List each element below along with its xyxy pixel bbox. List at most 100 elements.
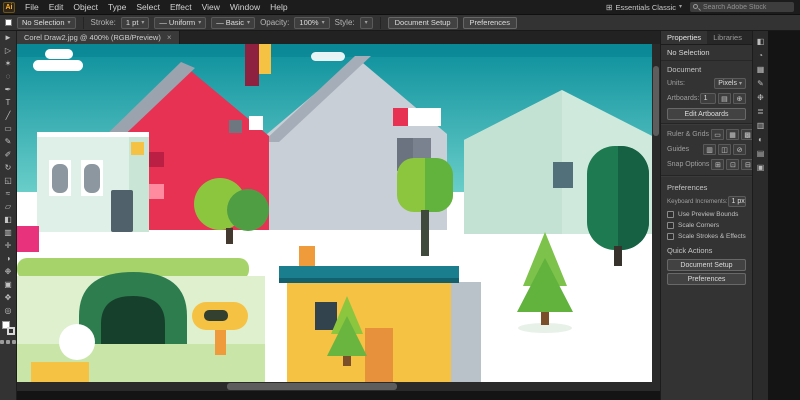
draw-behind-icon[interactable]: [6, 340, 10, 344]
menu-object[interactable]: Object: [68, 2, 103, 12]
scale-strokes-effects-checkbox[interactable]: Scale Strokes & Effects: [661, 231, 752, 242]
shape-builder-tool[interactable]: ◧: [0, 213, 16, 226]
stroke-color-swatch[interactable]: [7, 327, 15, 335]
clear-guides-icon[interactable]: ⊘: [733, 144, 746, 155]
tab-libraries[interactable]: Libraries: [707, 31, 748, 44]
menubar: Ai FileEditObjectTypeSelectEffectViewWin…: [0, 0, 800, 14]
show-guides-icon[interactable]: ▥: [703, 144, 716, 155]
type-tool[interactable]: T: [0, 96, 16, 109]
artboard-list-icon[interactable]: ▤: [718, 93, 731, 104]
search-input[interactable]: [690, 2, 794, 12]
stock-search[interactable]: [690, 2, 794, 12]
color-guide-panel-icon[interactable]: ◔: [755, 49, 767, 61]
chevron-down-icon: ▾: [198, 20, 201, 26]
close-tab-icon[interactable]: ×: [167, 33, 172, 42]
fill-stroke-swatches[interactable]: [2, 321, 15, 335]
use-preview-bounds-checkbox[interactable]: Use Preview Bounds: [661, 209, 752, 220]
no-selection-header: No Selection: [661, 45, 752, 61]
show-grid-icon[interactable]: ▦: [726, 129, 739, 140]
rectangle-tool[interactable]: ▭: [0, 122, 16, 135]
eyedropper-tool[interactable]: ✛: [0, 239, 16, 252]
style-select[interactable]: ▾: [360, 17, 373, 29]
artboard-tool[interactable]: ▣: [0, 278, 16, 291]
blend-tool[interactable]: ◑: [0, 252, 16, 265]
symbol-sprayer-tool[interactable]: ❉: [0, 265, 16, 278]
gradient-tool[interactable]: ▥: [0, 226, 16, 239]
rotate-tool[interactable]: ↻: [0, 161, 16, 174]
document-tab[interactable]: Corel Draw2.jpg @ 400% (RGB/Preview) ×: [17, 31, 180, 44]
scale-tool[interactable]: ◱: [0, 174, 16, 187]
zoom-tool[interactable]: ◎: [0, 304, 16, 317]
free-transform-tool[interactable]: ▱: [0, 200, 16, 213]
selection-indicator[interactable]: No Selection ▾: [17, 17, 76, 29]
brushes-panel-icon[interactable]: ✎: [755, 77, 767, 89]
symbols-panel-icon[interactable]: ❉: [755, 91, 767, 103]
menu-help[interactable]: Help: [265, 2, 292, 12]
menu-window[interactable]: Window: [225, 2, 265, 12]
document-setup-button[interactable]: Document Setup: [388, 17, 458, 29]
menu-file[interactable]: File: [20, 2, 44, 12]
keyboard-increments-input[interactable]: 1 px: [728, 196, 746, 207]
draw-inside-icon[interactable]: [12, 340, 16, 344]
brush-select[interactable]: — Basic ▾: [211, 17, 255, 29]
menu-select[interactable]: Select: [131, 2, 165, 12]
swatches-panel-icon[interactable]: ▦: [755, 63, 767, 75]
document-section-header: Document: [661, 61, 752, 76]
ruler-grids-row: Ruler & Grids ▭▦▩▤: [661, 127, 752, 142]
snap-to-pixel-icon[interactable]: ⊡: [726, 159, 739, 170]
appearance-panel-icon[interactable]: ▤: [755, 147, 767, 159]
canvas-artwork[interactable]: [17, 44, 660, 391]
lasso-tool[interactable]: ◌: [0, 70, 16, 83]
quick-actions-buttons: Document Setup Preferences: [661, 259, 752, 285]
vertical-scrollbar-thumb[interactable]: [653, 66, 659, 136]
stroke-panel-icon[interactable]: ≣: [755, 105, 767, 117]
menu-view[interactable]: View: [197, 2, 225, 12]
menu-effect[interactable]: Effect: [165, 2, 197, 12]
chevron-down-icon: ▾: [679, 4, 682, 10]
magic-wand-tool[interactable]: ✶: [0, 57, 16, 70]
gradient-panel-icon[interactable]: ▥: [755, 119, 767, 131]
units-select[interactable]: Pixels ▾: [714, 78, 746, 89]
guides-label: Guides: [667, 146, 689, 153]
tab-properties[interactable]: Properties: [661, 31, 707, 44]
horizontal-scrollbar-thumb[interactable]: [227, 383, 397, 390]
pen-tool[interactable]: ✒: [0, 83, 16, 96]
horizontal-scrollbar[interactable]: [17, 382, 652, 391]
scale-corners-checkbox[interactable]: Scale Corners: [661, 220, 752, 231]
stroke-weight-select[interactable]: 1 pt ▾: [121, 17, 150, 29]
menu-type[interactable]: Type: [103, 2, 131, 12]
checkbox-box: [667, 233, 674, 240]
paintbrush-tool[interactable]: ✎: [0, 135, 16, 148]
color-panel-icon[interactable]: ◧: [755, 35, 767, 47]
artboards-value[interactable]: 1: [700, 93, 716, 104]
lock-guides-icon[interactable]: ◫: [718, 144, 731, 155]
selection-tool[interactable]: ►: [0, 31, 16, 44]
width-profile-select[interactable]: — Uniform ▾: [154, 17, 206, 29]
workspace-switcher[interactable]: ⊞ Essentials Classic ▾: [606, 3, 682, 12]
line-segment-tool[interactable]: ╱: [0, 109, 16, 122]
quick-document-setup-button[interactable]: Document Setup: [667, 259, 746, 271]
illustrator-logo: Ai: [3, 2, 15, 13]
hand-tool[interactable]: ✥: [0, 291, 16, 304]
transparency-grid-icon[interactable]: ▩: [741, 129, 752, 140]
quick-preferences-button[interactable]: Preferences: [667, 273, 746, 285]
snap-to-point-icon[interactable]: ⊟: [741, 159, 752, 170]
opacity-select[interactable]: 100% ▾: [294, 17, 329, 29]
pencil-tool[interactable]: ✐: [0, 148, 16, 161]
edit-artboards-button[interactable]: Edit Artboards: [667, 108, 746, 120]
control-bar: No Selection ▾ Stroke: 1 pt ▾ — Uniform …: [0, 14, 800, 31]
menu-items: FileEditObjectTypeSelectEffectViewWindow…: [20, 0, 293, 14]
opacity-value: 100%: [299, 18, 318, 27]
draw-normal-icon[interactable]: [0, 340, 4, 344]
preferences-button[interactable]: Preferences: [463, 17, 517, 29]
panel-icon-strip: ◧ ◔ ▦ ✎ ❉ ≣ ▥ ◐ ▤ ▣: [752, 31, 768, 400]
width-tool[interactable]: ≈: [0, 187, 16, 200]
direct-selection-tool[interactable]: ▷: [0, 44, 16, 57]
new-artboard-icon[interactable]: ⊕: [733, 93, 746, 104]
show-rulers-icon[interactable]: ▭: [711, 129, 724, 140]
snap-to-grid-icon[interactable]: ⊞: [711, 159, 724, 170]
menu-edit[interactable]: Edit: [44, 2, 69, 12]
transparency-panel-icon[interactable]: ◐: [755, 133, 767, 145]
layers-panel-icon[interactable]: ▣: [755, 161, 767, 173]
vertical-scrollbar[interactable]: [652, 44, 660, 382]
